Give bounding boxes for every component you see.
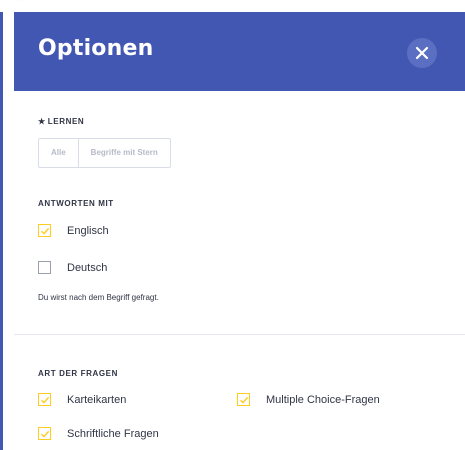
answer-option-deutsch[interactable]: Deutsch [38,261,107,274]
option-label: Deutsch [67,261,108,274]
answer-note: Du wirst nach dem Begriff gefragt. [38,293,159,302]
option-label: Karteikarten [67,393,127,406]
check-icon [41,396,50,404]
checkbox-checked[interactable] [38,224,51,237]
answer-with-label: ANTWORTEN MIT [38,199,114,208]
segment-all[interactable]: Alle [39,139,78,167]
option-label: Englisch [67,224,109,237]
checkbox-checked[interactable] [38,393,51,406]
learn-segmented-control: Alle Begriffe mit Stern [38,138,171,168]
checkbox-unchecked[interactable] [38,261,51,274]
segment-starred[interactable]: Begriffe mit Stern [77,139,170,167]
check-icon [41,227,50,235]
checkbox-checked[interactable] [237,393,250,406]
answer-option-englisch[interactable]: Englisch [38,224,109,237]
checkbox-checked[interactable] [38,427,51,440]
background-edge [0,0,14,450]
close-button[interactable] [407,38,437,68]
question-type-schriftlich[interactable]: Schriftliche Fragen [38,427,159,440]
check-icon [41,430,50,438]
options-modal: Optionen ★ LERNEN Alle Begriffe mit Stern… [14,12,465,450]
star-icon: ★ [38,117,46,126]
option-label: Schriftliche Fragen [67,427,159,440]
close-icon [415,46,429,60]
modal-title: Optionen [38,36,154,61]
option-label: Multiple Choice-Fragen [266,393,380,406]
question-types-label: ART DER FRAGEN [38,369,118,378]
learn-section-label: ★ LERNEN [38,117,85,126]
question-type-multiple-choice[interactable]: Multiple Choice-Fragen [237,393,380,406]
question-type-karteikarten[interactable]: Karteikarten [38,393,126,406]
modal-header: Optionen [14,12,465,91]
check-icon [240,396,249,404]
section-divider [14,334,465,335]
